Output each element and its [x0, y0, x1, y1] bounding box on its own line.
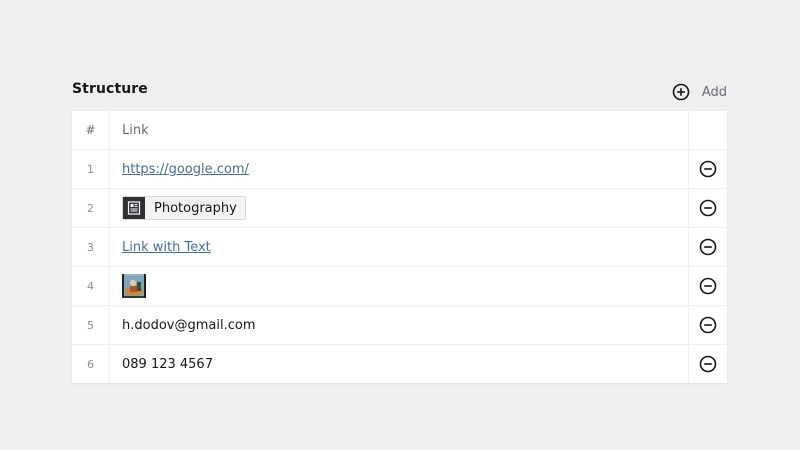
row-actions: [688, 267, 727, 305]
email-text: h.dodov@gmail.com: [122, 317, 256, 333]
row-index: 4: [72, 267, 110, 305]
row-index: 2: [72, 189, 110, 227]
row-actions: [688, 228, 727, 266]
row-content: https://google.com/: [110, 150, 688, 188]
row-index: 3: [72, 228, 110, 266]
table-row: 2 Photography: [72, 188, 727, 227]
row-content: Link with Text: [110, 228, 688, 266]
structure-panel: Structure Add # Link 1 https://google.co…: [72, 78, 727, 383]
minus-circle-icon[interactable]: [699, 277, 717, 295]
minus-circle-icon[interactable]: [699, 199, 717, 217]
table-row: 4: [72, 266, 727, 305]
table-row: 6 089 123 4567: [72, 344, 727, 383]
row-actions: [688, 345, 727, 383]
row-content: h.dodov@gmail.com: [110, 306, 688, 344]
table-row: 5 h.dodov@gmail.com: [72, 305, 727, 344]
phone-text: 089 123 4567: [122, 356, 213, 372]
row-actions: [688, 306, 727, 344]
minus-circle-icon[interactable]: [699, 160, 717, 178]
column-header-index: #: [72, 111, 110, 149]
url-link[interactable]: https://google.com/: [122, 162, 249, 177]
column-header-link: Link: [122, 122, 149, 138]
document-icon: [123, 197, 145, 219]
minus-circle-icon[interactable]: [699, 355, 717, 373]
table-header: # Link: [72, 111, 727, 149]
add-button[interactable]: Add: [672, 82, 727, 102]
image-thumbnail[interactable]: [122, 274, 146, 298]
page-reference-label: Photography: [154, 200, 237, 216]
add-label: Add: [701, 84, 727, 100]
row-actions: [688, 150, 727, 188]
table-row: 1 https://google.com/: [72, 149, 727, 188]
panel-header: Structure Add: [72, 78, 727, 111]
row-content: [110, 267, 688, 305]
minus-circle-icon[interactable]: [699, 238, 717, 256]
row-content: Photography: [110, 189, 688, 227]
row-index: 5: [72, 306, 110, 344]
section-title: Structure: [72, 81, 148, 97]
row-index: 1: [72, 150, 110, 188]
page-reference-chip[interactable]: Photography: [122, 196, 246, 220]
minus-circle-icon[interactable]: [699, 316, 717, 334]
row-actions: [688, 189, 727, 227]
structure-table: # Link 1 https://google.com/ 2 Photograp…: [72, 111, 727, 383]
row-index: 6: [72, 345, 110, 383]
table-row: 3 Link with Text: [72, 227, 727, 266]
column-header-actions: [688, 111, 727, 149]
text-link[interactable]: Link with Text: [122, 240, 211, 255]
row-content: 089 123 4567: [110, 345, 688, 383]
plus-circle-icon: [672, 83, 690, 101]
